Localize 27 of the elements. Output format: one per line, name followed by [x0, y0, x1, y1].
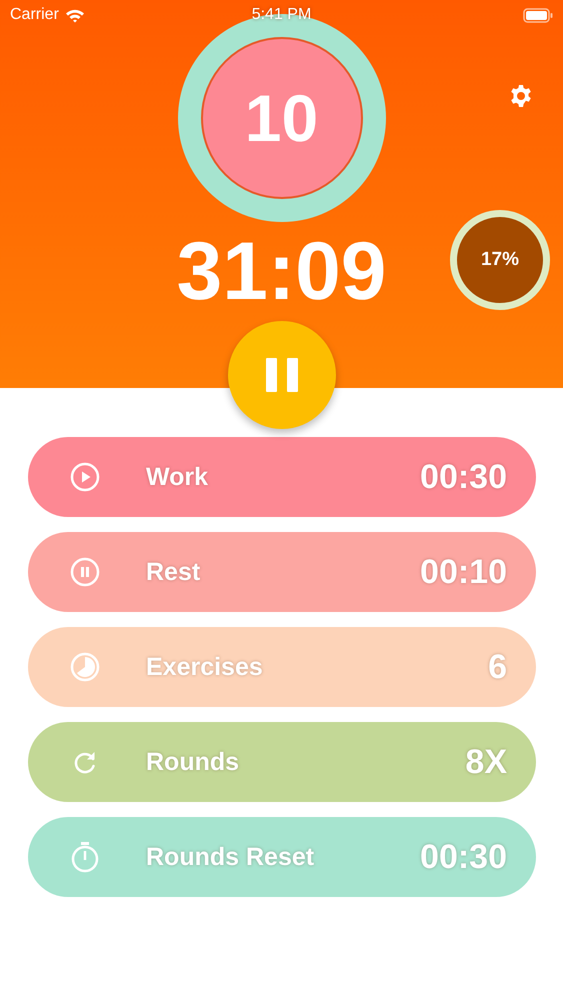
setting-value: 00:30	[420, 838, 507, 876]
settings-icon[interactable]	[509, 84, 533, 108]
setting-row[interactable]: Rounds Reset 00:30	[28, 817, 536, 897]
setting-row[interactable]: Rest 00:10	[28, 532, 536, 612]
setting-value: 00:30	[420, 458, 507, 496]
setting-label: Rest	[146, 558, 202, 586]
setting-row[interactable]: Rounds 8X	[28, 722, 536, 802]
pause-icon	[266, 358, 298, 392]
stopwatch-icon	[70, 841, 100, 873]
setting-row[interactable]: Exercises 6	[28, 627, 536, 707]
setting-label: Exercises	[146, 652, 264, 682]
setting-label: Rounds	[146, 748, 240, 776]
pie-chart-icon	[70, 652, 100, 682]
setting-value: 00:10	[420, 552, 507, 592]
wifi-icon	[64, 8, 85, 22]
pause-icon	[70, 557, 100, 587]
play-icon	[70, 462, 100, 492]
setting-row[interactable]: Work 00:30	[28, 437, 536, 517]
setting-label: Work	[146, 462, 210, 492]
carrier-name: Carrier	[10, 6, 59, 24]
progress-badge: 17%	[450, 210, 550, 310]
setting-label: Rounds Reset	[146, 842, 316, 872]
setting-value: 8X	[465, 742, 507, 782]
round-counter: 10	[200, 37, 362, 199]
elapsed-time: 31:09	[176, 232, 386, 312]
setting-value: 6	[488, 648, 507, 686]
battery-icon	[523, 8, 553, 22]
